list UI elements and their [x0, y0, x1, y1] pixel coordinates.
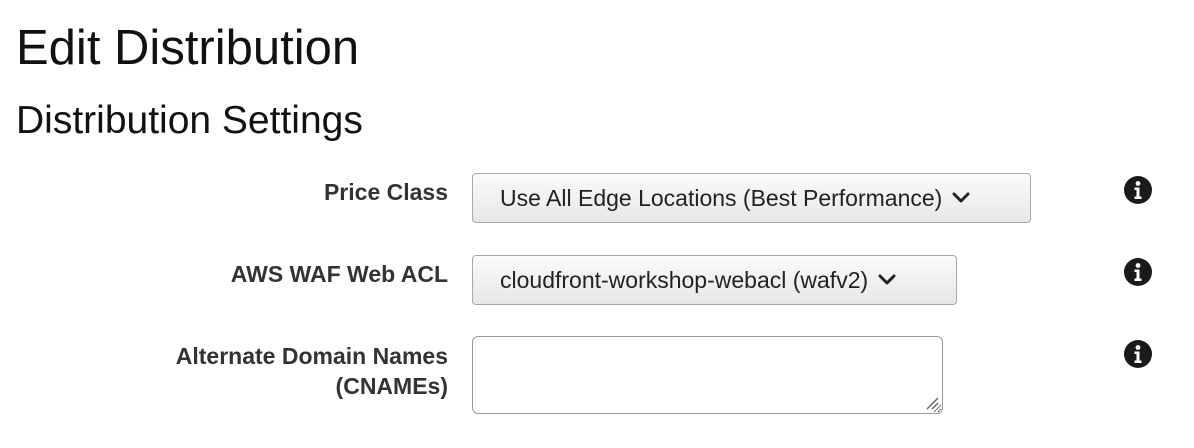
cnames-label-line2: (CNAMEs) [335, 373, 448, 399]
page-title: Edit Distribution [16, 21, 360, 75]
price-class-selected-value: Use All Edge Locations (Best Performance… [500, 184, 943, 211]
waf-web-acl-select[interactable]: cloudfront-workshop-webacl (wafv2) [472, 255, 957, 305]
chevron-down-icon [952, 192, 970, 203]
cnames-textarea[interactable] [472, 336, 943, 414]
price-class-select[interactable]: Use All Edge Locations (Best Performance… [472, 173, 1031, 223]
cnames-info-icon[interactable] [1123, 339, 1153, 369]
price-class-info-icon[interactable] [1123, 175, 1153, 205]
waf-web-acl-selected-value: cloudfront-workshop-webacl (wafv2) [500, 266, 869, 293]
cnames-label-line1: Alternate Domain Names [175, 343, 448, 369]
edit-distribution-page: Edit Distribution Distribution Settings … [0, 0, 1194, 448]
section-title: Distribution Settings [16, 99, 363, 142]
waf-web-acl-info-icon[interactable] [1123, 257, 1153, 287]
waf-web-acl-label: AWS WAF Web ACL [230, 261, 448, 287]
price-class-label: Price Class [323, 179, 448, 205]
chevron-down-icon [878, 274, 896, 285]
